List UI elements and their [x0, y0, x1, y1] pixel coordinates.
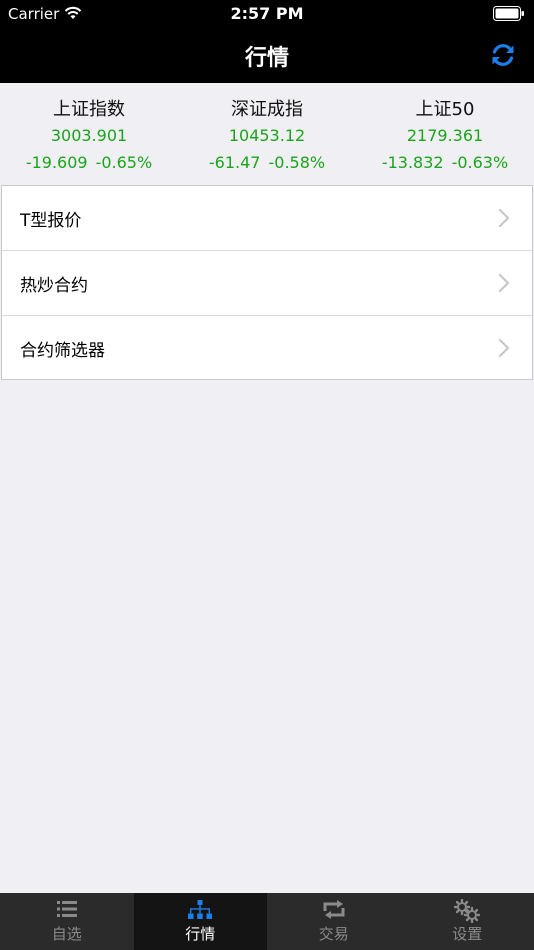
menu-item-hot-contracts[interactable]: 热炒合约 [2, 251, 532, 316]
tab-bar: 自选 行情 交易 设置 [0, 893, 534, 950]
battery-icon [493, 6, 525, 25]
index-summary: 上证指数 3003.901 -19.609 -0.65% 深证成指 10453.1… [0, 83, 534, 185]
chevron-right-icon [498, 208, 510, 228]
tab-label: 交易 [318, 925, 349, 943]
index-change: -13.832 -0.63% [356, 151, 534, 175]
nav-bar: 行情 [0, 28, 534, 83]
index-name: 上证50 [415, 99, 475, 120]
menu-item-label: 热炒合约 [20, 276, 88, 296]
index-change-percent: -0.65% [95, 153, 153, 172]
gears-icon [454, 899, 481, 923]
tab-label: 设置 [452, 925, 483, 943]
screen: Carrier 2:57 PM 行情 上证指数 3003.901 -19.609… [0, 0, 534, 950]
index-value: 2179.361 [406, 126, 484, 145]
index-change-amount: -19.609 [25, 153, 88, 172]
index-change: -61.47 -0.58% [178, 151, 356, 175]
tab-watchlist[interactable]: 自选 [0, 893, 134, 950]
index-item-sse50[interactable]: 上证50 2179.361 -13.832 -0.63% [356, 97, 534, 175]
index-change-amount: -13.832 [381, 153, 444, 172]
index-item-shenzhen[interactable]: 深证成指 10453.12 -61.47 -0.58% [178, 97, 356, 175]
index-change-percent: -0.63% [451, 153, 509, 172]
index-change-amount: -61.47 [208, 153, 261, 172]
chevron-right-icon [498, 273, 510, 293]
index-value: 3003.901 [50, 126, 128, 145]
index-name: 上证指数 [53, 99, 125, 120]
hierarchy-icon [188, 900, 213, 919]
tab-market[interactable]: 行情 [133, 893, 267, 950]
chevron-right-icon [498, 338, 510, 358]
index-value: 10453.12 [228, 126, 306, 145]
menu-item-label: T型报价 [20, 211, 82, 231]
menu-item-label: 合约筛选器 [20, 341, 105, 361]
index-change-percent: -0.58% [268, 153, 326, 172]
status-time: 2:57 PM [230, 4, 304, 23]
tab-settings[interactable]: 设置 [401, 893, 534, 950]
refresh-icon [492, 44, 514, 66]
tab-label: 行情 [185, 925, 216, 943]
tab-label: 自选 [51, 925, 82, 943]
refresh-button[interactable] [486, 38, 520, 72]
exchange-icon [323, 900, 345, 919]
list-icon [56, 901, 77, 917]
index-name: 深证成指 [231, 99, 303, 120]
status-bar: Carrier 2:57 PM [0, 0, 534, 28]
tab-trade[interactable]: 交易 [267, 893, 401, 950]
index-item-shanghai[interactable]: 上证指数 3003.901 -19.609 -0.65% [0, 97, 178, 175]
index-change: -19.609 -0.65% [0, 151, 178, 175]
menu-item-t-quote[interactable]: T型报价 [2, 186, 532, 251]
menu-list: T型报价 热炒合约 合约筛选器 [1, 185, 533, 380]
menu-item-contract-filter[interactable]: 合约筛选器 [2, 316, 532, 380]
page-title: 行情 [244, 46, 289, 71]
